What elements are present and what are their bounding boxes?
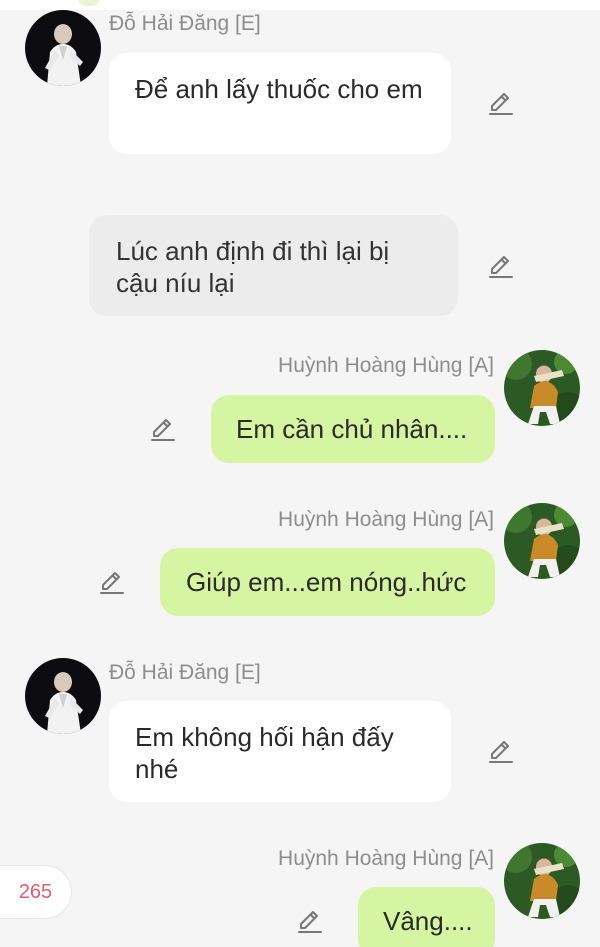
person-photo-icon <box>25 658 101 734</box>
narration-bubble[interactable]: Lúc anh định đi thì lại bị cậu níu lại <box>89 215 458 316</box>
person-photo-icon <box>504 503 580 579</box>
message-text: Em không hối hận đấy nhé <box>135 722 394 784</box>
message-bubble[interactable]: Em không hối hận đấy nhé <box>109 701 451 802</box>
avatar-huynh-hoang-hung[interactable] <box>504 503 580 579</box>
pencil-icon[interactable] <box>97 567 127 597</box>
sender-name: Huỳnh Hoàng Hùng [A] <box>278 354 494 377</box>
avatar-huynh-hoang-hung[interactable] <box>504 350 580 426</box>
message-bubble[interactable]: Vâng.... <box>358 887 495 947</box>
sender-name: Đỗ Hải Đăng [E] <box>109 12 261 35</box>
avatar-do-hai-dang[interactable] <box>25 10 101 86</box>
message-text: Để anh lấy thuốc cho em <box>135 74 423 104</box>
message-text: Em cần chủ nhân.... <box>236 414 468 444</box>
avatar-huynh-hoang-hung[interactable] <box>504 843 580 919</box>
person-photo-icon <box>25 10 101 86</box>
pencil-icon[interactable] <box>486 88 516 118</box>
message-bubble[interactable]: Để anh lấy thuốc cho em <box>109 53 451 154</box>
pencil-icon[interactable] <box>486 251 516 281</box>
message-count-badge[interactable]: 265 <box>0 865 72 919</box>
top-bar-edge <box>0 0 600 10</box>
message-text: Vâng.... <box>383 906 473 936</box>
pencil-icon[interactable] <box>295 906 325 936</box>
message-text: Giúp em...em nóng..hức <box>186 567 467 597</box>
sender-name: Huỳnh Hoàng Hùng [A] <box>278 508 494 531</box>
person-photo-icon <box>504 350 580 426</box>
person-photo-icon <box>504 843 580 919</box>
count-label: 265 <box>18 881 53 903</box>
sender-name: Huỳnh Hoàng Hùng [A] <box>278 847 494 870</box>
message-bubble[interactable]: Giúp em...em nóng..hức <box>160 548 495 616</box>
chat-thread: Đỗ Hải Đăng [E] Để anh lấy thuốc cho em … <box>0 0 600 947</box>
avatar-do-hai-dang[interactable] <box>25 658 101 734</box>
sender-name: Đỗ Hải Đăng [E] <box>109 661 261 684</box>
message-text: Lúc anh định đi thì lại bị cậu níu lại <box>116 236 390 298</box>
message-bubble[interactable]: Em cần chủ nhân.... <box>211 395 495 463</box>
header-avatar-edge <box>78 0 100 6</box>
pencil-icon[interactable] <box>486 736 516 766</box>
pencil-icon[interactable] <box>148 414 178 444</box>
